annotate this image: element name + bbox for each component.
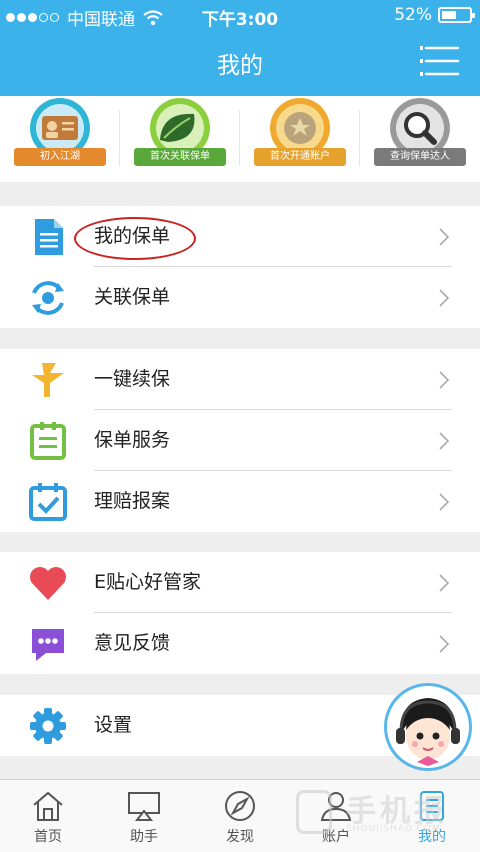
refresh-link-icon (32, 281, 64, 315)
menu-item-feedback[interactable]: 意见反馈 (0, 613, 480, 674)
assistant-avatar-icon (396, 698, 460, 766)
menu-item-label: 保单服务 (94, 429, 171, 451)
badge-beginner[interactable]: 初入江湖 (0, 96, 120, 182)
document-icon (35, 219, 63, 255)
tab-label: 发现 (226, 829, 254, 845)
chevron-right-icon (439, 493, 450, 511)
menu-group-policies: 我的保单 关联保单 (0, 206, 480, 328)
airplay-icon (128, 792, 160, 821)
renew-icon (32, 363, 64, 397)
calendar-check-icon (29, 483, 67, 521)
chevron-right-icon (439, 635, 450, 653)
menu-item-label: E贴心好管家 (94, 571, 202, 593)
watermark-logo-icon (296, 790, 332, 834)
tab-home[interactable]: 首页 (0, 780, 96, 852)
tab-label: 助手 (130, 829, 158, 845)
menu-item-label: 一键续保 (94, 368, 171, 390)
chat-bubble-icon (32, 629, 64, 661)
watermark: 手机报 SHOUJISHAO.COM (296, 786, 466, 842)
badge-label: 查询保单达人 (374, 148, 466, 166)
status-bar: 中国联通 下午3:00 52% (0, 0, 480, 32)
chevron-right-icon (439, 371, 450, 389)
menu-group-services: 一键续保 保单服务 理赔报案 (0, 349, 480, 532)
page-title: 我的 (217, 53, 263, 79)
menu-item-claims[interactable]: 理赔报案 (0, 471, 480, 532)
menu-item-my-policies[interactable]: 我的保单 (0, 206, 480, 267)
menu-item-renew[interactable]: 一键续保 (0, 349, 480, 410)
menu-item-label: 意见反馈 (94, 632, 171, 654)
assistant-avatar-button[interactable] (384, 683, 472, 771)
battery-icon (438, 7, 475, 23)
badge-first-account[interactable]: 首次开通账户 (240, 96, 360, 182)
compass-icon (225, 791, 255, 821)
tab-discover[interactable]: 发现 (192, 780, 288, 852)
badge-label: 初入江湖 (14, 148, 106, 166)
menu-item-label: 关联保单 (94, 286, 171, 308)
heart-icon (30, 567, 66, 600)
chevron-right-icon (439, 432, 450, 450)
menu-item-link-policy[interactable]: 关联保单 (0, 267, 480, 328)
menu-item-label: 理赔报案 (94, 490, 171, 512)
menu-item-policy-service[interactable]: 保单服务 (0, 410, 480, 471)
clipboard-icon (30, 422, 66, 460)
chevron-right-icon (439, 574, 450, 592)
menu-item-label: 设置 (94, 714, 133, 736)
chevron-right-icon (439, 289, 450, 307)
badge-label: 首次关联保单 (134, 148, 226, 166)
tab-assistant[interactable]: 助手 (96, 780, 192, 852)
top-bar: 中国联通 下午3:00 52% 我的 (0, 0, 480, 96)
battery-percent: 52% (394, 5, 432, 25)
list-menu-icon[interactable] (420, 44, 460, 78)
highlight-circle (74, 217, 196, 260)
gear-icon (30, 708, 66, 744)
menu-group-care: E贴心好管家 意见反馈 (0, 552, 480, 674)
tab-label: 首页 (34, 829, 62, 845)
badge-query-expert[interactable]: 查询保单达人 (360, 96, 480, 182)
home-icon (33, 791, 63, 821)
badge-first-link[interactable]: 首次关联保单 (120, 96, 240, 182)
badge-label: 首次开通账户 (254, 148, 346, 166)
watermark-url: SHOUJISHAO.COM (346, 824, 441, 834)
chevron-right-icon (439, 228, 450, 246)
menu-item-e-housekeeper[interactable]: E贴心好管家 (0, 552, 480, 613)
achievement-badges: 初入江湖 首次关联保单 首次开通账户 查询保单达人 (0, 96, 480, 182)
